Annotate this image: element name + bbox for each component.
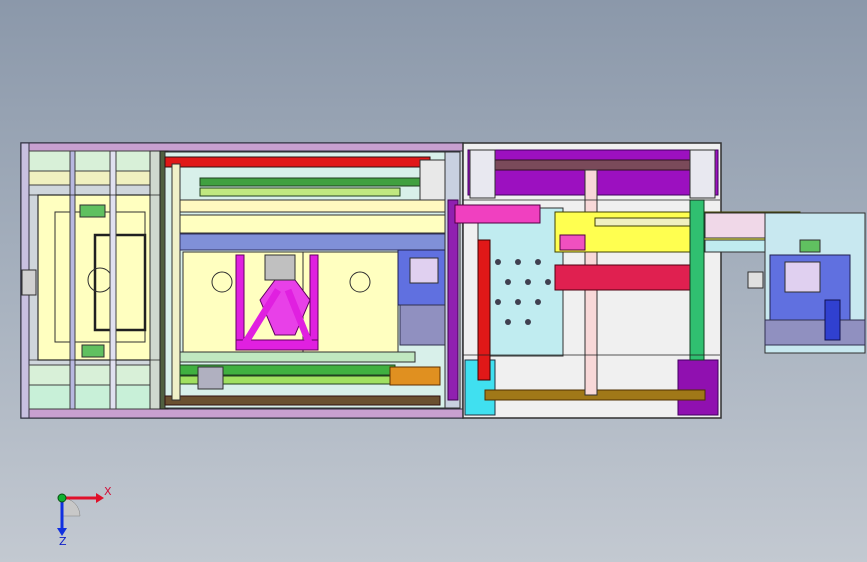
x-axis-label: X	[104, 485, 112, 498]
orientation-triad[interactable]: X Z	[42, 480, 112, 548]
x-axis-arrowhead-icon	[96, 493, 104, 503]
assembly-model[interactable]	[0, 0, 867, 562]
y-axis-dot-icon	[57, 493, 67, 503]
cad-3d-viewport[interactable]	[0, 0, 867, 562]
z-axis-label: Z	[59, 535, 67, 546]
far-right-module[interactable]	[747, 212, 866, 354]
center-carriage-assembly[interactable]	[164, 151, 461, 409]
